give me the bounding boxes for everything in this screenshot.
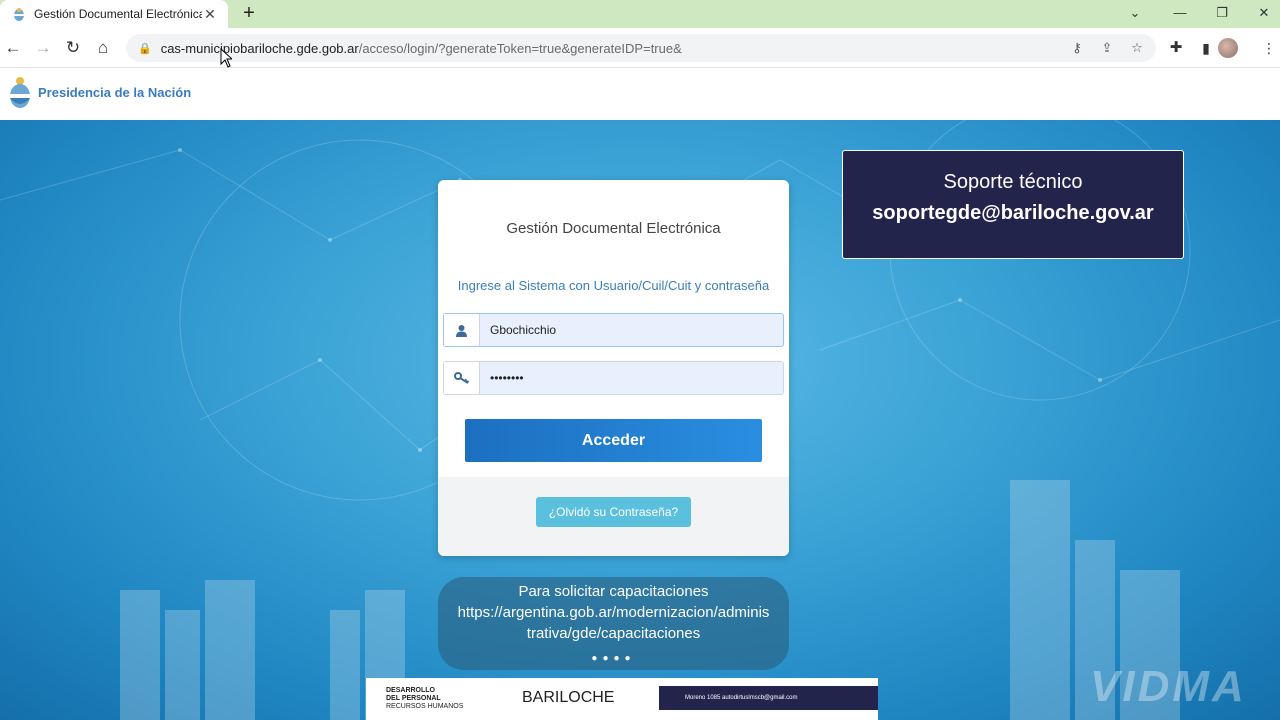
password-input[interactable] [480, 362, 783, 394]
new-tab-button[interactable]: + [238, 2, 260, 24]
profile-avatar[interactable] [1218, 38, 1238, 58]
login-subtitle: Ingrese al Sistema con Usuario/Cuil/Cuit… [457, 278, 770, 293]
support-box: Soporte técnico soportegde@bariloche.gov… [842, 150, 1184, 259]
banner-left-line-2: DEL PERSONAL [386, 695, 441, 702]
training-info-box: Para solicitar capacitaciones https://ar… [438, 577, 789, 670]
banner-left-line-3: RECURSOS HUMANOS [386, 703, 464, 710]
mouse-cursor-icon [220, 48, 232, 68]
browser-tab[interactable]: Gestión Documental Electrónica ✕ [0, 0, 228, 28]
carousel-dots: ●●●● [591, 653, 636, 664]
key-icon[interactable]: ⚷ [1068, 39, 1086, 57]
login-card-footer: ¿Olvidó su Contraseña? [438, 477, 789, 556]
page-header-title[interactable]: Presidencia de la Nación [38, 85, 191, 100]
home-icon[interactable]: ⌂ [92, 37, 114, 59]
key-icon [453, 372, 469, 384]
user-icon [456, 324, 467, 337]
lock-icon[interactable]: 🔒 [138, 42, 152, 55]
submit-button[interactable]: Acceder [465, 419, 762, 462]
side-panel-icon[interactable]: ▮ [1195, 37, 1217, 59]
back-icon[interactable]: ← [2, 37, 24, 59]
tab-title: Gestión Documental Electrónica [34, 7, 202, 21]
tab-close-icon[interactable]: ✕ [202, 6, 218, 23]
support-label: Soporte técnico [943, 171, 1083, 193]
url-path: /acceso/login/?generateToken=true&genera… [358, 40, 682, 56]
username-field[interactable] [443, 313, 784, 347]
username-input[interactable] [480, 314, 783, 346]
shield-icon [14, 8, 24, 21]
star-icon[interactable]: ☆ [1128, 39, 1146, 57]
banner-bariloche: BARILOCHE [522, 689, 615, 706]
restore-icon[interactable]: ❐ [1207, 2, 1237, 24]
key-icon-addon [444, 362, 480, 394]
training-line-3: trativa/gde/capacitaciones [526, 625, 701, 642]
tab-search-icon[interactable]: ⌄ [1120, 2, 1150, 24]
browser-tab-bar: Gestión Documental Electrónica ✕ + ⌄ — ❐… [0, 0, 1280, 28]
address-bar[interactable]: 🔒 cas-municipiobariloche.gde.gob.ar /acc… [126, 34, 1156, 62]
close-window-icon[interactable]: ✕ [1249, 2, 1279, 24]
training-line-2: https://argentina.gob.ar/modernizacion/a… [457, 604, 770, 621]
banner-left-line-1: DESARROLLO [386, 687, 435, 694]
footer-banner: DESARROLLO DEL PERSONAL RECURSOS HUMANOS… [366, 678, 878, 720]
menu-icon[interactable]: ⋮ [1258, 37, 1280, 59]
screen: Gestión Documental Electrónica ✕ + ⌄ — ❐… [0, 0, 1280, 720]
reload-icon[interactable]: ↻ [62, 37, 84, 59]
banner-left-text: DESARROLLO DEL PERSONAL RECURSOS HUMANOS [386, 687, 463, 711]
coat-of-arms-icon [10, 77, 30, 108]
banner-contact: Moreno 1085 autodirtuslmscb@gmail.com [659, 686, 878, 710]
extensions-icon[interactable]: ✚ [1165, 37, 1187, 59]
login-title: Gestión Documental Electrónica [506, 220, 721, 237]
forgot-password-button[interactable]: ¿Olvidó su Contraseña? [536, 497, 691, 527]
minimize-icon[interactable]: — [1165, 2, 1195, 24]
browser-toolbar: ← → ↻ ⌂ 🔒 cas-municipiobariloche.gde.gob… [0, 28, 1280, 68]
watermark: VIDMA [1090, 662, 1247, 711]
share-icon[interactable]: ⇪ [1098, 39, 1116, 57]
url-host: cas-municipiobariloche.gde.gob.ar [160, 40, 359, 56]
password-field[interactable] [443, 361, 784, 395]
training-line-1: Para solicitar capacitaciones [518, 583, 709, 600]
support-email: soportegde@bariloche.gov.ar [872, 202, 1154, 224]
forward-icon[interactable]: → [32, 37, 54, 59]
user-icon-addon [444, 314, 480, 346]
page-header: Presidencia de la Nación [0, 68, 1280, 120]
login-card: Gestión Documental Electrónica Ingrese a… [438, 180, 789, 556]
